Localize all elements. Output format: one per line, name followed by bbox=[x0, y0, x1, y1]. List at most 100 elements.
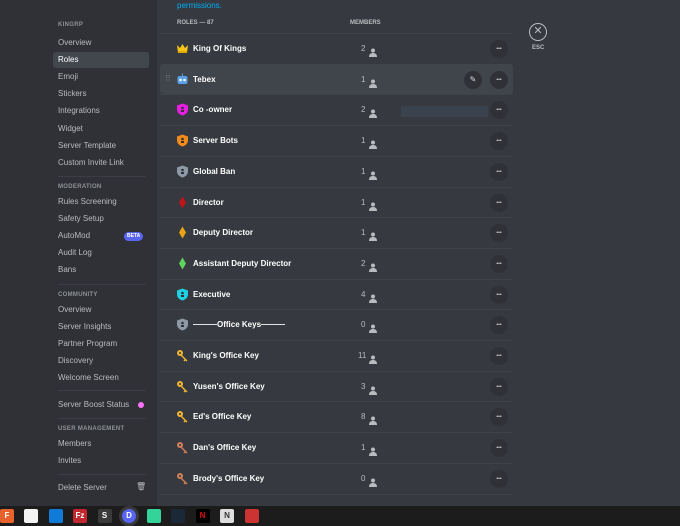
sidebar-item-server-boost-status[interactable]: Server Boost Status bbox=[53, 397, 149, 413]
role-name: King's Office Key bbox=[193, 351, 259, 360]
more-options-button[interactable]: ••• bbox=[490, 193, 508, 212]
role-row[interactable]: King's Office Key 11 ••• bbox=[160, 340, 513, 370]
sublime-icon[interactable]: S bbox=[97, 509, 112, 523]
sidebar-item-emoji[interactable]: Emoji bbox=[53, 69, 149, 85]
role-name: Brody's Office Key bbox=[193, 473, 265, 483]
sidebar-item-delete-server[interactable]: Delete Server bbox=[53, 480, 149, 496]
permissions-link[interactable]: permissions. bbox=[177, 1, 222, 10]
sidebar-item-community-discovery[interactable]: Discovery bbox=[53, 353, 149, 369]
divider bbox=[58, 418, 146, 419]
role-shield-icon bbox=[176, 165, 189, 178]
person-icon bbox=[369, 474, 377, 487]
role-row[interactable]: Yusen's Office Key 3 ••• bbox=[160, 370, 513, 401]
trash-icon[interactable]: 🗑 bbox=[136, 482, 146, 491]
app-icon[interactable] bbox=[244, 509, 259, 523]
more-options-button[interactable]: ••• bbox=[490, 347, 508, 365]
more-options-button[interactable]: ••• bbox=[490, 377, 508, 396]
discord-icon[interactable]: D bbox=[122, 509, 136, 523]
role-row[interactable]: Assistant Deputy Director 2 ••• bbox=[160, 247, 513, 278]
role-row[interactable]: Dan's Office Key 1 ••• bbox=[160, 432, 513, 462]
member-count: 3 bbox=[361, 381, 366, 391]
sidebar-item-safety-setup[interactable]: Safety Setup bbox=[53, 211, 149, 227]
person-icon bbox=[369, 412, 377, 426]
role-row[interactable]: King Of Kings 2 ••• bbox=[160, 33, 513, 63]
sidebar-item-community-welcome-screen[interactable]: Welcome Screen bbox=[53, 370, 149, 386]
sidebar-item-overview[interactable]: Overview bbox=[53, 35, 149, 51]
role-diamond-icon bbox=[176, 196, 189, 209]
role-name: ———Office Keys——— bbox=[193, 320, 286, 330]
role-key-icon bbox=[176, 349, 189, 362]
app-icon[interactable]: F bbox=[0, 509, 14, 523]
member-count: 4 bbox=[361, 289, 366, 299]
sidebar-item-bans[interactable]: Bans bbox=[53, 262, 149, 278]
sidebar-item-community-server-insights[interactable]: Server Insights bbox=[53, 319, 149, 335]
more-options-button[interactable]: ••• bbox=[490, 316, 508, 335]
more-options-button[interactable]: ••• bbox=[490, 162, 508, 181]
sidebar-item-community-partner-program[interactable]: Partner Program bbox=[53, 336, 149, 352]
member-count: 11 bbox=[358, 351, 367, 360]
moderation-header: MODERATION bbox=[58, 184, 102, 190]
person-icon bbox=[369, 382, 377, 395]
more-options-button[interactable]: ••• bbox=[490, 254, 508, 273]
app-icon[interactable] bbox=[146, 509, 161, 523]
role-name: Ed's Office Key bbox=[193, 412, 252, 422]
more-options-button[interactable]: ••• bbox=[490, 70, 508, 89]
mail-icon[interactable] bbox=[48, 509, 63, 523]
sidebar-item-members[interactable]: Members bbox=[53, 436, 149, 452]
person-icon bbox=[369, 136, 377, 150]
sidebar-item-custom-invite-link[interactable]: Custom Invite Link bbox=[53, 155, 149, 171]
taskbar: F Fz S D N N bbox=[0, 506, 680, 526]
role-row[interactable]: Deputy Director 1 ••• bbox=[160, 217, 513, 247]
role-name: Global Ban bbox=[193, 166, 236, 176]
role-row[interactable]: Ed's Office Key 8 ••• bbox=[160, 401, 513, 431]
role-name: Co -owner bbox=[193, 105, 233, 115]
more-options-button[interactable]: ••• bbox=[490, 101, 508, 120]
role-key-icon bbox=[176, 472, 189, 485]
role-row[interactable]: ———Office Keys——— 0 ••• bbox=[160, 309, 513, 339]
more-options-button[interactable]: ••• bbox=[490, 408, 508, 427]
person-icon bbox=[369, 351, 377, 364]
tooltip bbox=[401, 106, 488, 117]
person-icon bbox=[369, 75, 377, 88]
sidebar-item-integrations[interactable]: Integrations bbox=[53, 103, 149, 119]
more-options-button[interactable]: ••• bbox=[490, 224, 508, 243]
person-icon bbox=[369, 228, 377, 242]
store-icon[interactable] bbox=[24, 509, 38, 523]
role-name: Executive bbox=[193, 289, 231, 299]
role-name: Director bbox=[193, 197, 224, 207]
role-row[interactable]: Global Ban 1 ••• bbox=[160, 155, 513, 186]
sidebar-item-server-template[interactable]: Server Template bbox=[53, 138, 149, 154]
close-button[interactable]: ✕ bbox=[529, 23, 547, 41]
boost-gem-icon bbox=[138, 402, 144, 408]
sidebar-item-rules-screening[interactable]: Rules Screening bbox=[53, 194, 149, 210]
sidebar-item-audit-log[interactable]: Audit Log bbox=[53, 245, 149, 261]
sidebar-item-roles[interactable]: Roles bbox=[53, 52, 149, 69]
steam-icon[interactable] bbox=[171, 509, 185, 523]
sidebar-item-widget[interactable]: Widget bbox=[53, 121, 149, 137]
role-row[interactable]: Brody's Office Key 0 ••• bbox=[160, 462, 513, 493]
sidebar-item-stickers[interactable]: Stickers bbox=[53, 86, 149, 102]
more-options-button[interactable]: ••• bbox=[490, 40, 508, 58]
more-options-button[interactable]: ••• bbox=[490, 439, 508, 458]
more-options-button[interactable]: ••• bbox=[490, 285, 508, 304]
more-options-button[interactable]: ••• bbox=[490, 469, 508, 488]
person-icon bbox=[369, 259, 377, 272]
role-shield-icon bbox=[176, 318, 189, 331]
role-shield-icon bbox=[176, 288, 189, 301]
role-row[interactable]: Executive 4 ••• bbox=[160, 278, 513, 309]
roles-header: ROLES — 87 bbox=[177, 20, 214, 26]
sidebar-item-community-overview[interactable]: Overview bbox=[53, 302, 149, 318]
filezilla-icon[interactable]: Fz bbox=[73, 509, 87, 523]
role-row[interactable]: Director 1 ••• bbox=[160, 186, 513, 217]
role-robot-icon bbox=[176, 73, 189, 86]
role-shield-icon bbox=[176, 134, 189, 147]
role-row[interactable]: ⠿ Tebex 1 ✎ ••• bbox=[160, 63, 513, 94]
role-row[interactable]: Server Bots 1 ••• bbox=[160, 125, 513, 155]
drag-handle-icon[interactable]: ⠿ bbox=[165, 74, 171, 83]
sidebar-item-invites[interactable]: Invites bbox=[53, 453, 149, 469]
edit-role-button[interactable]: ✎ bbox=[464, 70, 482, 89]
notion-icon[interactable]: N bbox=[220, 509, 234, 523]
more-options-button[interactable]: ••• bbox=[490, 132, 508, 151]
community-header: COMMUNITY bbox=[58, 292, 98, 298]
netflix-icon[interactable]: N bbox=[195, 509, 210, 523]
